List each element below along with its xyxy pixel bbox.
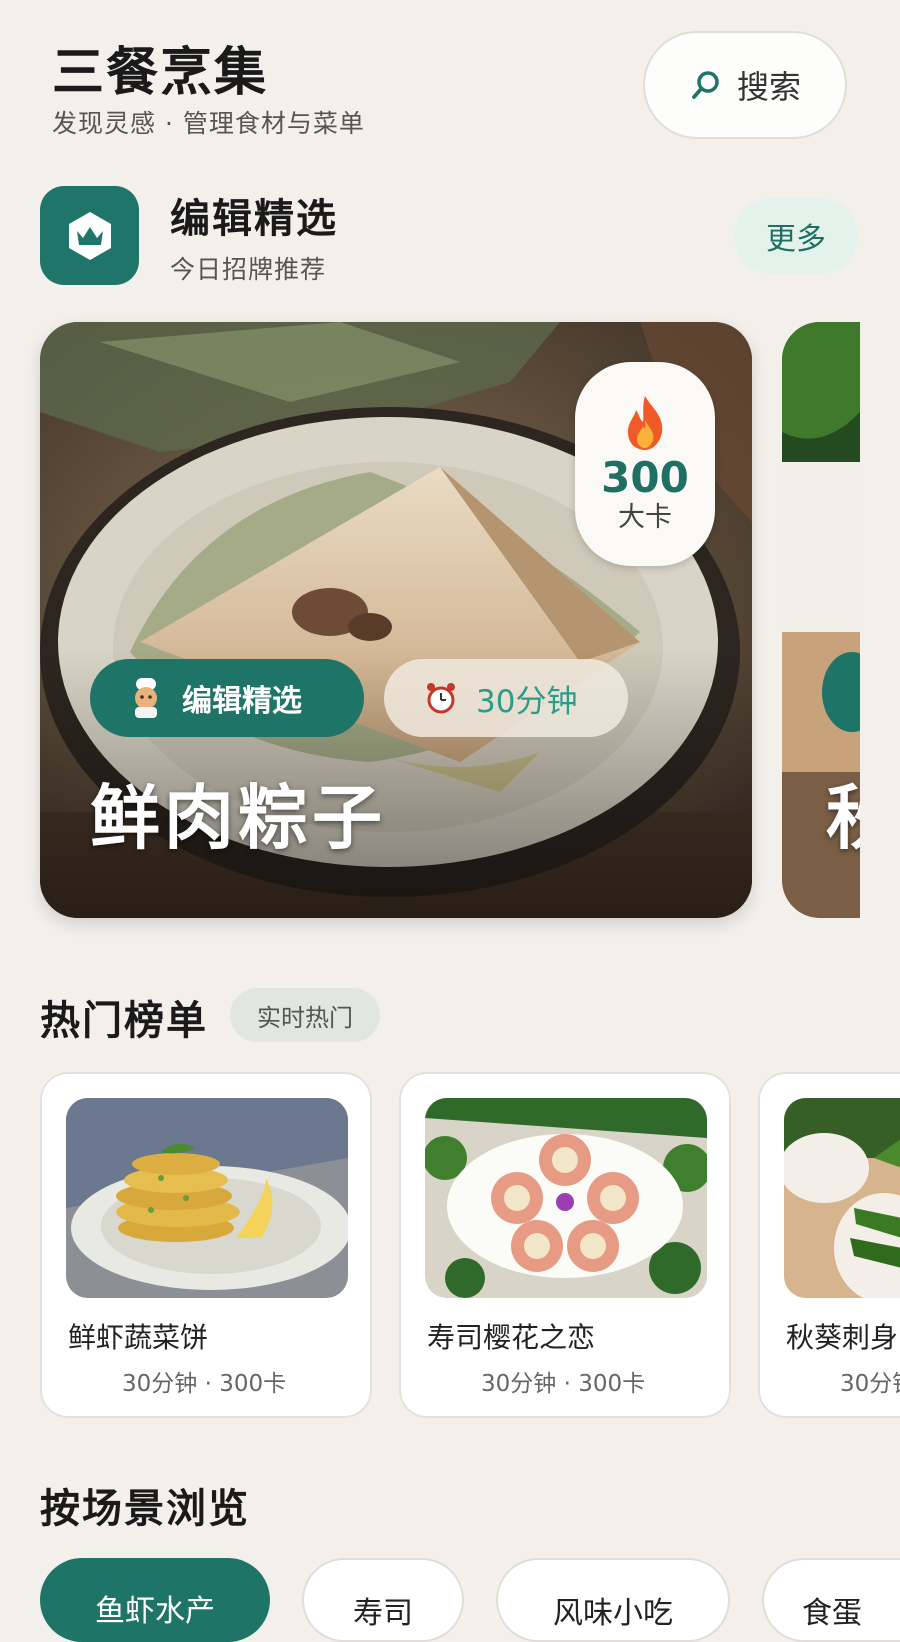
crown-icon [68, 211, 111, 260]
section-title-hot: 热门榜单 [40, 998, 208, 1044]
calories-value: 300 [601, 453, 689, 502]
section-title-scenes: 按场景浏览 [40, 1486, 250, 1532]
app-title: 三餐烹集 [52, 43, 269, 103]
featured-recipe-title: 鲜肉粽子 [90, 777, 386, 859]
editor-pick-tag-label: 编辑精选 [182, 684, 302, 719]
hot-recipe-card[interactable]: 秋葵刺身 30分钟 · 300卡 [758, 1072, 900, 1418]
cook-time-label: 30分钟 [476, 683, 578, 720]
fire-icon [628, 396, 663, 450]
hot-recipe-name: 秋葵刺身 [786, 1321, 899, 1354]
hot-recipe-name: 寿司樱花之恋 [427, 1321, 596, 1354]
alarm-clock-icon [427, 683, 455, 714]
cook-time-tag: 30分钟 [384, 659, 628, 737]
app-subtitle: 发现灵感 · 管理食材与菜单 [52, 109, 365, 138]
hot-recipe-meta: 30分钟 · 300卡 [122, 1371, 287, 1397]
scene-chip-seafood[interactable]: 鱼虾水产 [40, 1558, 270, 1642]
section-subtitle-editor: 今日招牌推荐 [170, 255, 327, 284]
section-title-editor: 编辑精选 [170, 196, 338, 242]
shrimp-pancake-photo [66, 1098, 348, 1298]
hot-recipe-card[interactable]: 寿司樱花之恋 30分钟 · 300卡 [399, 1072, 731, 1418]
search-label: 搜索 [736, 68, 801, 106]
hot-recipe-meta: 30分钟 · 300卡 [840, 1371, 900, 1397]
calories-badge: 300 大卡 [575, 362, 715, 566]
calories-unit: 大卡 [618, 502, 672, 533]
hot-recipe-name: 鲜虾蔬菜饼 [68, 1321, 209, 1354]
editor-pick-tag: 编辑精选 [90, 659, 364, 737]
scene-chip-eggs[interactable]: 食蛋 [762, 1558, 900, 1642]
search-button[interactable]: 搜索 [643, 31, 847, 139]
featured-recipe-title-next: 秋 [826, 762, 860, 863]
sakura-sushi-photo [425, 1098, 707, 1298]
okra-sashimi-photo [784, 1098, 900, 1298]
scene-chip-sushi[interactable]: 寿司 [302, 1558, 464, 1642]
featured-recipe-card[interactable]: 300 大卡 编辑精选 30分钟 鲜肉粽子 [40, 322, 752, 918]
hot-recipe-card[interactable]: 鲜虾蔬菜饼 30分钟 · 300卡 [40, 1072, 372, 1418]
search-icon [692, 71, 719, 99]
chef-avatar-icon [135, 678, 157, 718]
hot-badge: 实时热门 [230, 988, 380, 1042]
scene-chip-snacks[interactable]: 风味小吃 [496, 1558, 730, 1642]
featured-recipe-card-next[interactable]: 秋 [782, 322, 860, 918]
editor-pick-badge [40, 186, 139, 285]
hot-recipe-meta: 30分钟 · 300卡 [481, 1371, 646, 1397]
more-button[interactable]: 更多 [734, 198, 858, 274]
